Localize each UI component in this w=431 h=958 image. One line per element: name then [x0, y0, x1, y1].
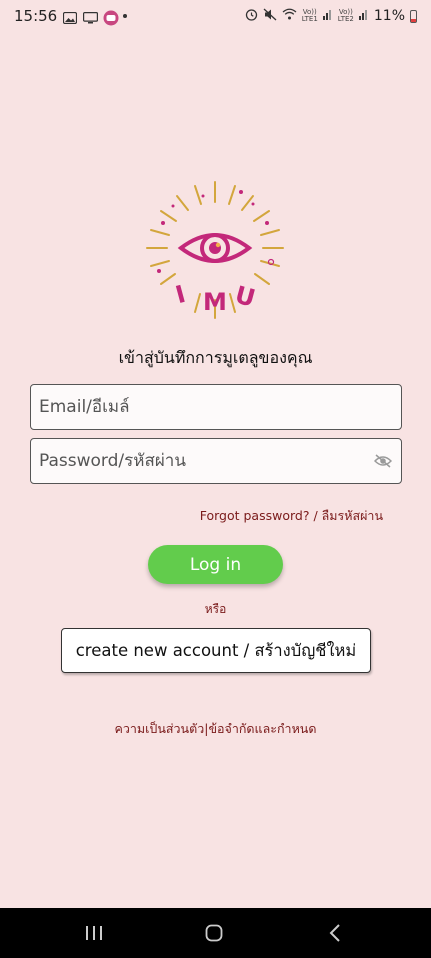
terms-link[interactable]: ข้อจำกัดและกำหนด	[208, 721, 316, 736]
sim1-label: Vo)) LTE1	[301, 8, 318, 23]
imu-logo: I M U	[143, 178, 288, 323]
line-app-icon	[103, 10, 119, 26]
footer-links: ความเป็นส่วนตัว|ข้อจำกัดและกำหนด	[0, 719, 431, 739]
email-input[interactable]	[39, 397, 393, 417]
email-field[interactable]	[30, 384, 402, 430]
page-heading: เข้าสู่บันทึกการมูเตลูของคุณ	[118, 348, 313, 367]
forgot-password-link[interactable]: Forgot password? / ลืมรหัสผ่าน	[200, 506, 383, 526]
create-account-button[interactable]: create new account / สร้างบัญชีใหม่	[61, 628, 371, 673]
password-input[interactable]	[39, 451, 373, 471]
more-notifications-dot	[123, 14, 128, 18]
alarm-icon	[245, 8, 258, 25]
signal1-icon	[322, 8, 333, 24]
login-button[interactable]: Log in	[148, 545, 283, 584]
privacy-link[interactable]: ความเป็นส่วนตัว	[115, 721, 205, 736]
wifi-icon	[282, 8, 297, 24]
signal2-icon	[358, 8, 369, 24]
gallery-icon	[63, 10, 78, 25]
screen-icon	[83, 10, 99, 24]
logo-letter-u: U	[232, 281, 258, 313]
navigation-bar	[0, 908, 431, 958]
logo-letter-i: I	[173, 280, 189, 309]
eye-off-icon[interactable]	[373, 451, 393, 471]
or-divider: หรือ	[204, 602, 227, 616]
home-icon[interactable]	[184, 908, 244, 958]
battery-percent: 11%	[373, 8, 405, 24]
back-icon[interactable]	[305, 908, 365, 958]
battery-icon	[410, 9, 417, 23]
mute-icon	[263, 8, 277, 25]
status-bar: 15:56 Vo)) LTE1 Vo)) LTE2 11%	[0, 0, 431, 32]
password-field[interactable]	[30, 438, 402, 484]
sim2-label: Vo)) LTE2	[337, 8, 354, 23]
logo-letter-m: M	[203, 288, 227, 316]
recent-apps-icon[interactable]	[64, 908, 124, 958]
status-time: 15:56	[14, 7, 58, 25]
